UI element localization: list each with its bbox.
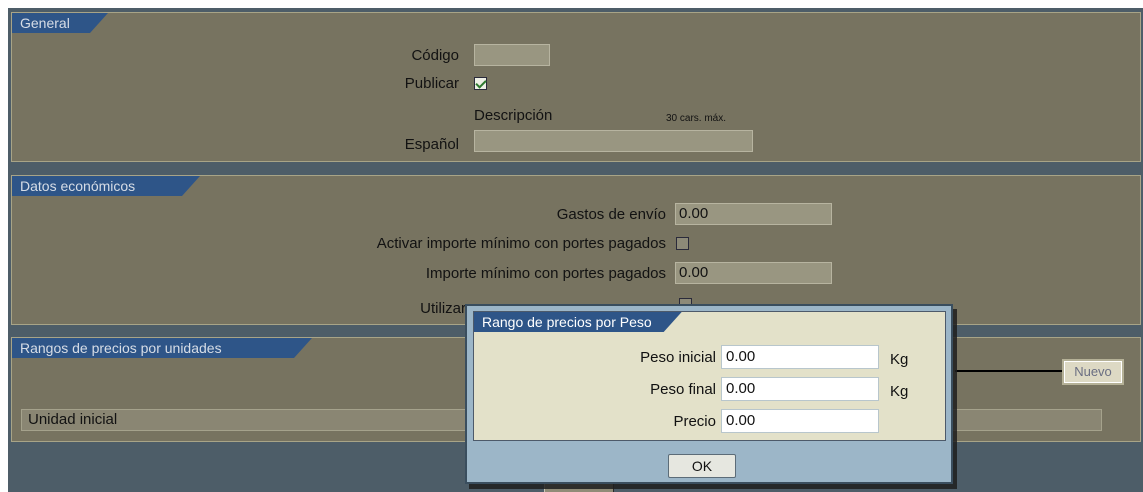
dialog-title: Rango de precios por Peso <box>474 312 682 332</box>
precio-input[interactable]: 0.00 <box>721 409 879 433</box>
espanol-label: Español <box>404 136 459 153</box>
connector-line <box>955 370 1065 372</box>
precio-label: Precio <box>673 413 716 430</box>
gastos-envio-input[interactable]: 0.00 <box>675 203 832 225</box>
activar-importe-label: Activar importe mínimo con portes pagado… <box>376 235 666 252</box>
codigo-label: Código <box>411 47 459 64</box>
rangos-unidades-section-title: Rangos de precios por unidades <box>12 338 312 358</box>
general-panel: General Código Publicar Descripción 30 c… <box>11 12 1141 162</box>
datos-economicos-section-title: Datos económicos <box>12 176 200 196</box>
gastos-envio-label: Gastos de envío <box>556 206 666 223</box>
app-window: General Código Publicar Descripción 30 c… <box>0 0 1143 492</box>
importe-minimo-label: Importe mínimo con portes pagados <box>425 265 666 282</box>
descripcion-header: Descripción <box>474 107 553 124</box>
peso-final-unit: Kg <box>890 383 909 400</box>
rango-precios-peso-dialog: Rango de precios por Peso Peso inicial 0… <box>465 304 953 484</box>
publicar-label: Publicar <box>404 75 459 92</box>
activar-importe-checkbox[interactable] <box>676 237 689 250</box>
publicar-checkbox[interactable] <box>474 77 487 90</box>
dialog-body: Rango de precios por Peso Peso inicial 0… <box>473 311 946 441</box>
max-chars-note: 30 cars. máx. <box>666 113 727 124</box>
codigo-input[interactable] <box>474 44 550 66</box>
utilizar-label: Utilizar <box>420 300 466 317</box>
peso-final-label: Peso final <box>650 381 716 398</box>
espanol-input[interactable] <box>474 130 753 152</box>
ok-button[interactable]: OK <box>668 454 736 478</box>
peso-inicial-input[interactable]: 0.00 <box>721 345 879 369</box>
peso-inicial-label: Peso inicial <box>640 349 716 366</box>
importe-minimo-input[interactable]: 0.00 <box>675 262 832 284</box>
nuevo-button[interactable]: Nuevo <box>1062 359 1124 385</box>
peso-final-input[interactable]: 0.00 <box>721 377 879 401</box>
general-section-title: General <box>12 13 108 33</box>
peso-inicial-unit: Kg <box>890 351 909 368</box>
datos-economicos-panel: Datos económicos Gastos de envío 0.00 Ac… <box>11 175 1141 325</box>
